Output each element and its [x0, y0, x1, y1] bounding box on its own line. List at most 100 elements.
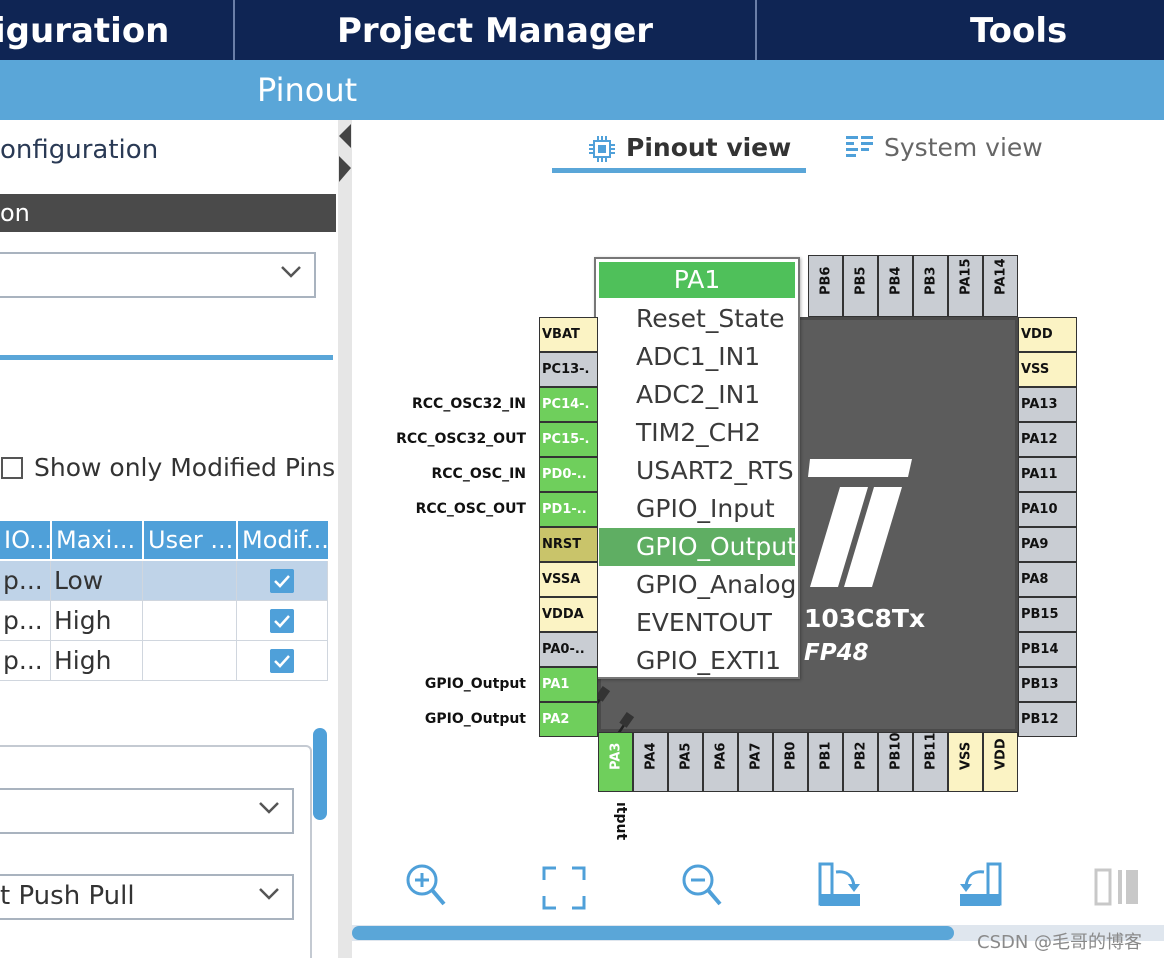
pin-pa10[interactable]: PA10 — [1018, 492, 1077, 527]
pin-pa0[interactable]: PA0-.. — [539, 632, 598, 667]
rotate-right-icon[interactable] — [818, 862, 864, 910]
zoom-out-icon[interactable] — [680, 862, 724, 908]
menu-item-gpio-exti1[interactable]: GPIO_EXTI1 — [599, 642, 795, 680]
pin-vdd[interactable]: VDD — [1018, 317, 1077, 352]
pin-pb3[interactable]: PB3 — [913, 255, 948, 317]
vertical-scrollbar[interactable] — [313, 728, 327, 820]
pinout-menu[interactable]: Pinout — [257, 68, 357, 112]
menu-item-tim2-ch2[interactable]: TIM2_CH2 — [599, 414, 795, 452]
pin-pa14[interactable]: PA14 — [983, 255, 1018, 317]
pin-vssa[interactable]: VSSA — [539, 562, 598, 597]
mode-select[interactable] — [0, 252, 316, 298]
show-modified-checkbox[interactable] — [1, 457, 23, 479]
column-header-max-speed[interactable]: Maxi... — [52, 521, 142, 559]
rotate-left-icon[interactable] — [956, 862, 1002, 910]
pinout-menu-bar — [0, 60, 1164, 120]
column-header-user-label[interactable]: User ... — [144, 521, 236, 559]
cell-user-label — [143, 601, 237, 641]
pin-vdd[interactable]: VDD — [983, 732, 1018, 792]
menu-item-gpio-output[interactable]: GPIO_Output — [599, 528, 797, 566]
pin-label: PA1 — [542, 677, 570, 692]
horizontal-scrollbar-thumb[interactable] — [352, 926, 954, 940]
pin-vss[interactable]: VSS — [1018, 352, 1077, 387]
pin-pa8[interactable]: PA8 — [1018, 562, 1077, 597]
pin-label: VSS — [958, 741, 973, 770]
collapse-arrows-icon[interactable] — [339, 124, 351, 182]
pin-pb4[interactable]: PB4 — [878, 255, 913, 317]
pin-pc14[interactable]: PC14-. — [539, 387, 598, 422]
pin-pa13[interactable]: PA13 — [1018, 387, 1077, 422]
pin-vdda[interactable]: VDDA — [539, 597, 598, 632]
pin-pb0[interactable]: PB0 — [773, 732, 808, 792]
gpio-output-level-select[interactable] — [0, 788, 294, 834]
pin-pa6[interactable]: PA6 — [703, 732, 738, 792]
pin-pa4[interactable]: PA4 — [633, 732, 668, 792]
column-header-io[interactable]: IO... — [0, 521, 50, 559]
menu-item-eventout[interactable]: EVENTOUT — [599, 604, 795, 642]
pin-pd1[interactable]: PD1-.. — [539, 492, 598, 527]
pin-label: PB0 — [783, 741, 798, 770]
pin-pa9[interactable]: PA9 — [1018, 527, 1077, 562]
signal-label-pd1: RCC_OSC_OUT — [415, 501, 526, 517]
modified-checkbox[interactable] — [270, 569, 294, 593]
pin-pb12[interactable]: PB12 — [1018, 702, 1077, 737]
fit-screen-icon[interactable] — [542, 866, 586, 910]
gpio-mode-select[interactable]: t Push Pull — [0, 874, 294, 920]
tab-project-manager[interactable]: Project Manager — [235, 0, 755, 60]
pin-pb10[interactable]: PB10 — [878, 732, 913, 792]
pin-pa11[interactable]: PA11 — [1018, 457, 1077, 492]
tab-tools[interactable]: Tools — [757, 0, 1164, 60]
pin-function-menu: PA1 Reset_State ADC1_IN1 ADC2_IN1 TIM2_CH2 U… — [594, 257, 800, 679]
pin-pa12[interactable]: PA12 — [1018, 422, 1077, 457]
cell-max-speed: Low — [51, 561, 143, 601]
menu-item-gpio-input[interactable]: GPIO_Input — [599, 490, 795, 528]
menu-item-reset-state[interactable]: Reset_State — [599, 300, 795, 338]
modified-checkbox[interactable] — [270, 649, 294, 673]
pin-pb14[interactable]: PB14 — [1018, 632, 1077, 667]
tab-pinout-view[interactable]: Pinout view — [626, 128, 791, 168]
pin-label: PA5 — [678, 742, 693, 770]
pin-pb5[interactable]: PB5 — [843, 255, 878, 317]
pin-label: PC14-. — [542, 397, 590, 412]
split-view-icon[interactable] — [1094, 868, 1140, 908]
menu-item-gpio-analog[interactable]: GPIO_Analog — [599, 566, 796, 604]
pin-pb13[interactable]: PB13 — [1018, 667, 1077, 702]
pin-pa2[interactable]: PA2 — [539, 702, 598, 737]
pin-pc15[interactable]: PC15-. — [539, 422, 598, 457]
pin-label: NRST — [542, 537, 582, 552]
column-header-modified[interactable]: Modif... — [238, 521, 328, 559]
menu-item-usart2-rts[interactable]: USART2_RTS — [599, 452, 795, 490]
signal-label-pc14: RCC_OSC32_IN — [412, 396, 526, 412]
pin-pa7[interactable]: PA7 — [738, 732, 773, 792]
system-view-icon — [846, 136, 873, 157]
pin-pa15[interactable]: PA15 — [948, 255, 983, 317]
pin-pb15[interactable]: PB15 — [1018, 597, 1077, 632]
pin-nrst[interactable]: NRST — [539, 527, 598, 562]
cell-user-label — [143, 561, 237, 601]
pin-pa5[interactable]: PA5 — [668, 732, 703, 792]
pin-pa1[interactable]: PA1 — [539, 667, 598, 702]
cell-user-label — [143, 641, 237, 681]
panel-splitter[interactable] — [338, 120, 352, 958]
pin-configuration-box — [0, 745, 312, 958]
menu-title: PA1 — [599, 262, 795, 298]
modified-checkbox[interactable] — [270, 609, 294, 633]
pin-pb1[interactable]: PB1 — [808, 732, 843, 792]
menu-item-adc1-in1[interactable]: ADC1_IN1 — [599, 338, 795, 376]
pin-pc13[interactable]: PC13-. — [539, 352, 598, 387]
tab-system-view[interactable]: System view — [884, 128, 1043, 168]
pin-pb2[interactable]: PB2 — [843, 732, 878, 792]
pin-pd0[interactable]: PD0-.. — [539, 457, 598, 492]
pin-vss[interactable]: VSS — [948, 732, 983, 792]
pin-pb6[interactable]: PB6 — [808, 255, 843, 317]
pin-vbat[interactable]: VBAT — [539, 317, 598, 352]
pin-pa3[interactable]: PA3 — [598, 732, 633, 792]
pin-label: PA9 — [1021, 537, 1049, 552]
pin-label: VDDA — [542, 607, 584, 622]
pin-label: PA11 — [1021, 467, 1058, 482]
cell-io: p... — [0, 641, 51, 681]
zoom-in-icon[interactable] — [404, 862, 448, 908]
menu-item-adc2-in1[interactable]: ADC2_IN1 — [599, 376, 795, 414]
tab-pinout-configuration[interactable]: iguration — [0, 0, 232, 60]
pin-pb11[interactable]: PB11 — [913, 732, 948, 792]
